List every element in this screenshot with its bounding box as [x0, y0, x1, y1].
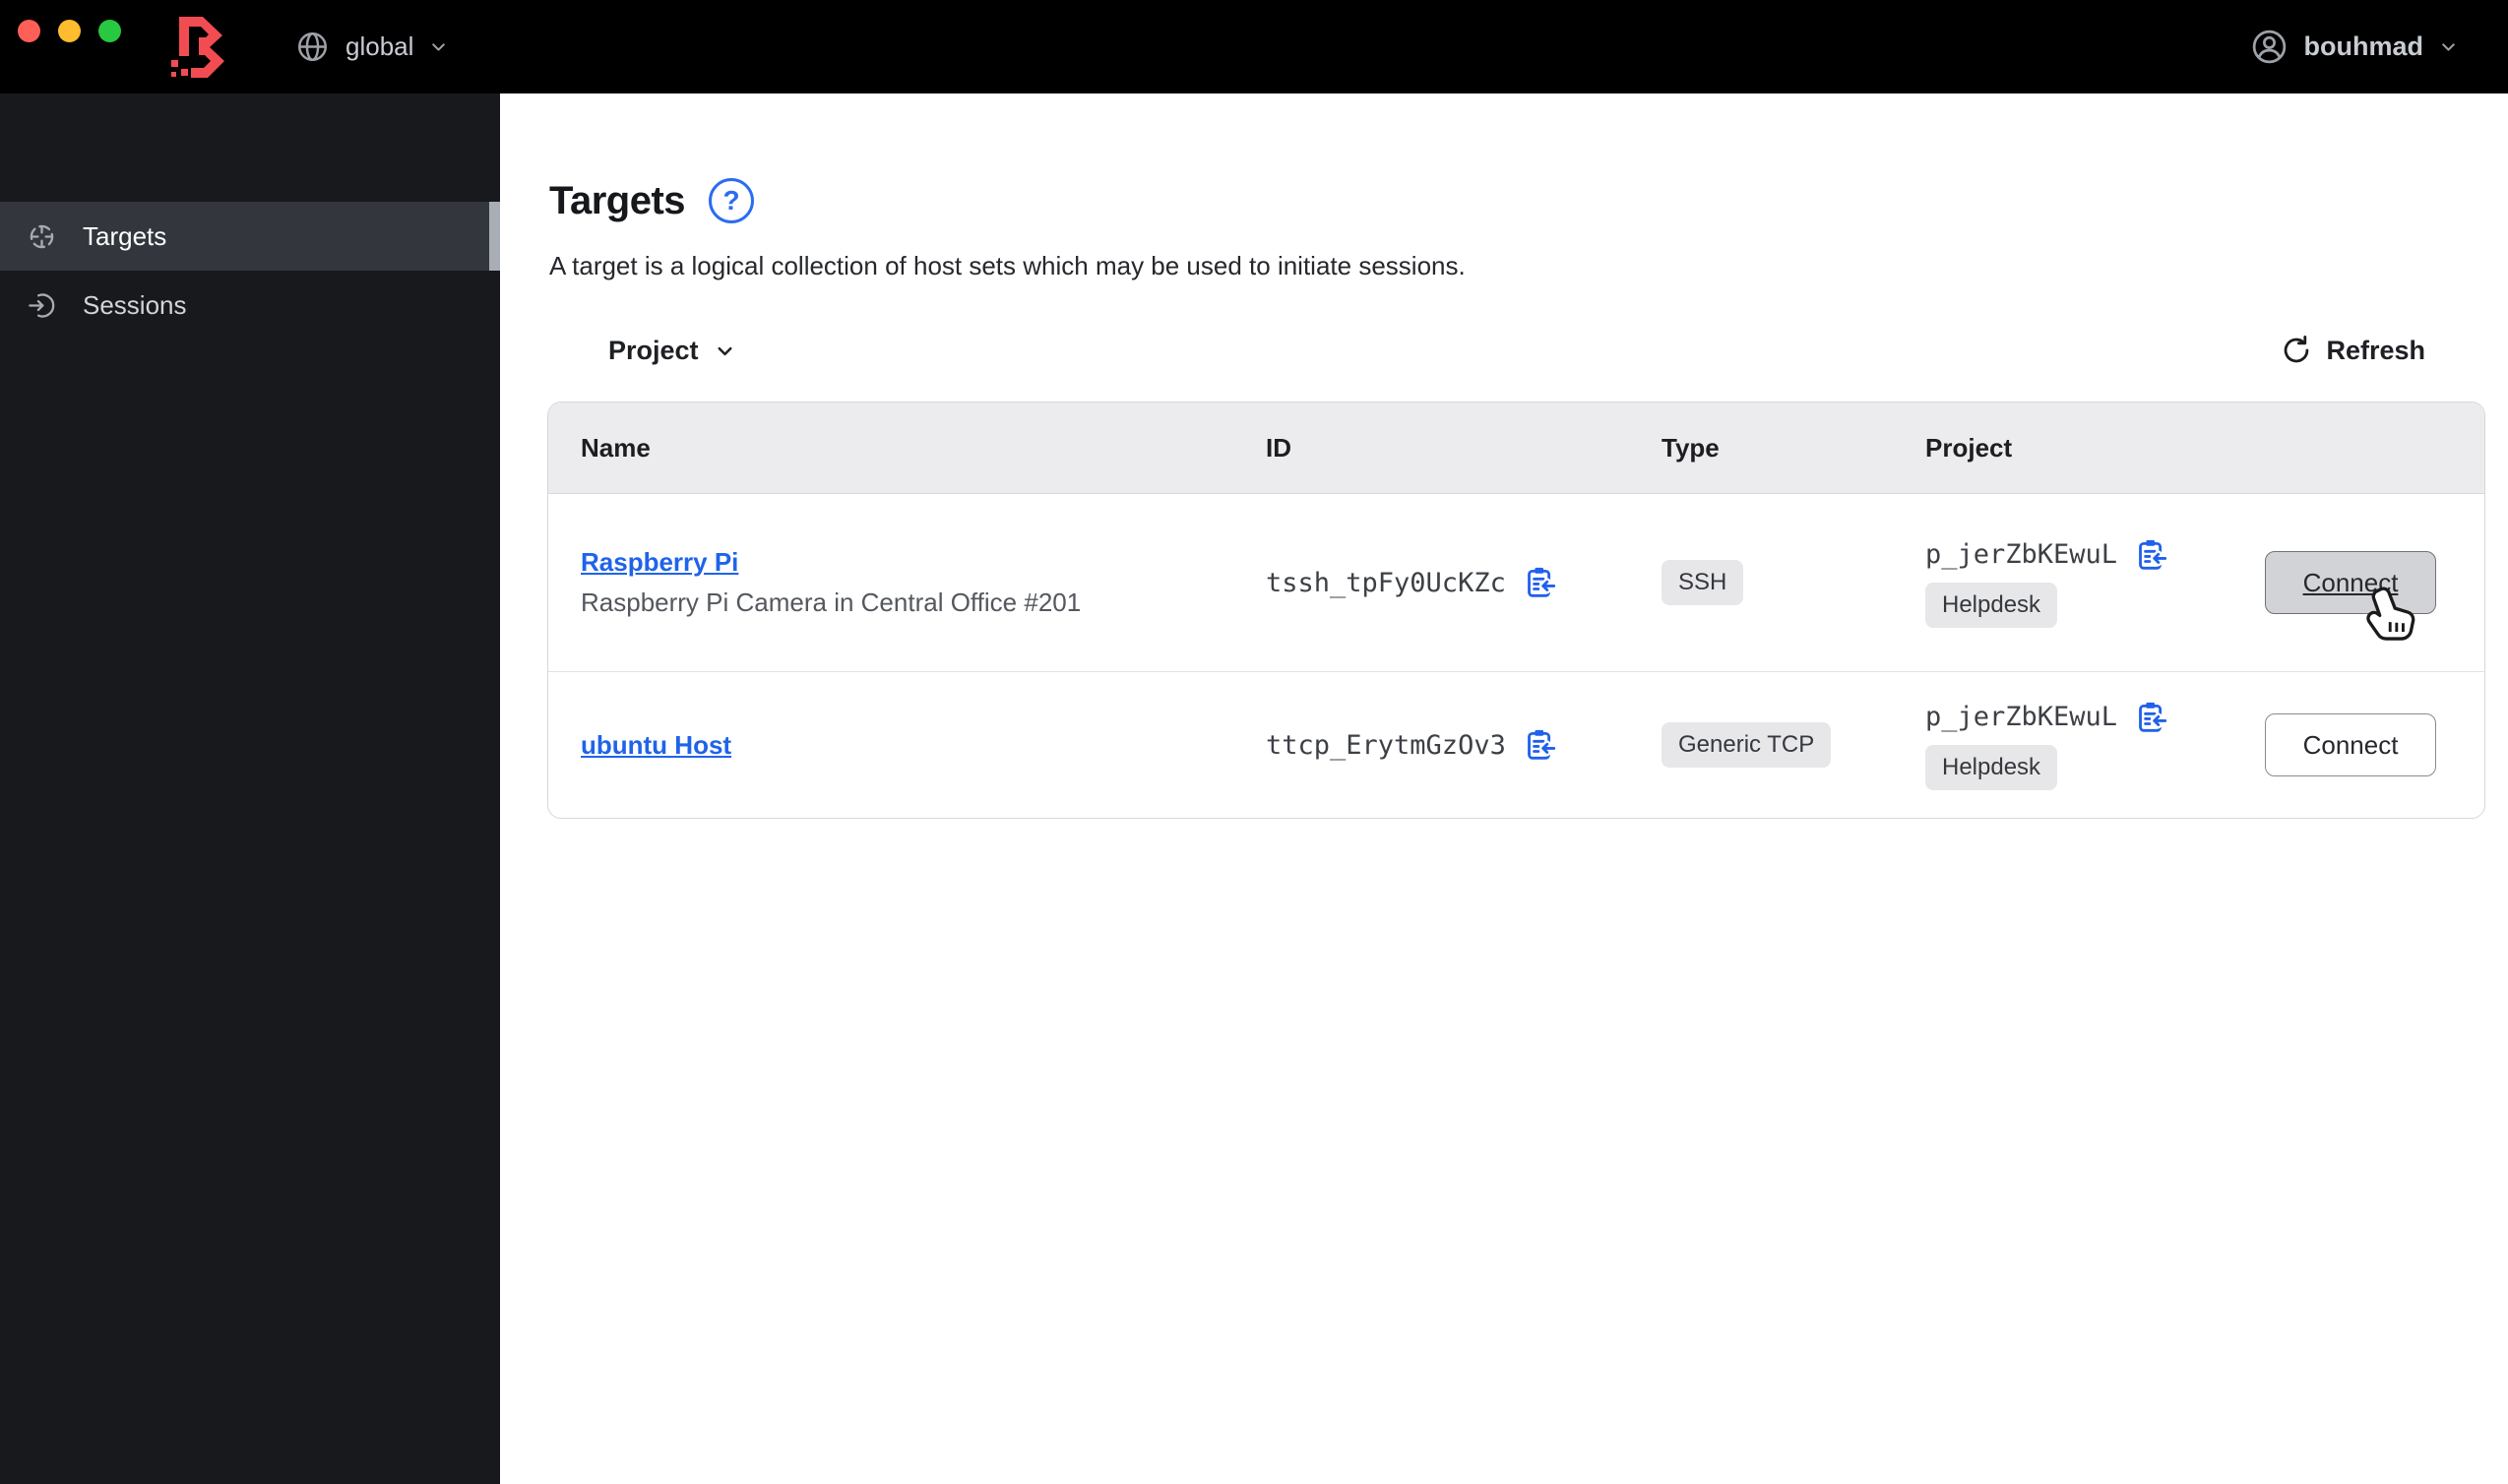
table-header-row: Name ID Type Project — [548, 402, 2484, 494]
chevron-down-icon — [718, 346, 732, 355]
window-close-button[interactable] — [18, 20, 40, 42]
target-name-link[interactable]: Raspberry Pi — [581, 547, 738, 577]
project-cell: p_jerZbKEwuL Helpdesk — [1893, 538, 2248, 628]
page-title: Targets — [549, 178, 686, 222]
sidebar-item-targets[interactable]: Targets — [0, 202, 500, 271]
refresh-icon — [2285, 336, 2309, 363]
clipboard-copy-icon — [2139, 702, 2168, 732]
topbar: global bouhmad — [0, 0, 2508, 93]
question-mark-icon: ? — [722, 185, 740, 216]
session-icon — [29, 292, 55, 318]
sidebar-nav: Targets Sessions — [0, 93, 500, 340]
copy-target-id-button[interactable] — [1523, 566, 1556, 599]
project-filter-label: Project — [608, 335, 699, 365]
window-controls — [18, 20, 121, 42]
user-menu[interactable]: bouhmad — [2249, 27, 2460, 67]
connect-button[interactable]: Connect — [2265, 551, 2436, 614]
scope-label: global — [345, 31, 414, 61]
clipboard-copy-icon — [1527, 729, 1556, 760]
project-name-badge: Helpdesk — [1925, 744, 2058, 790]
main-content: Targets ? A target is a logical collecti… — [500, 93, 2508, 1484]
target-name-cell: Raspberry Pi Raspberry Pi Camera in Cent… — [548, 547, 1233, 618]
page-header: Targets ? — [549, 178, 2508, 223]
target-id: tssh_tpFy0UcKZc — [1266, 567, 1506, 598]
table-row: ubuntu Host ttcp_ErytmGzOv3 Generic TCP … — [548, 671, 2484, 818]
sidebar-item-label: Targets — [83, 220, 167, 251]
target-id-cell: ttcp_ErytmGzOv3 — [1233, 728, 1629, 762]
chevron-down-icon — [432, 43, 446, 51]
actions-cell: Connect — [2248, 713, 2484, 776]
column-header-project: Project — [1925, 432, 2013, 463]
clipboard-copy-icon — [1527, 567, 1556, 597]
target-name-cell: ubuntu Host — [548, 730, 1233, 761]
target-description: Raspberry Pi Camera in Central Office #2… — [581, 587, 1082, 617]
sidebar: Targets Sessions — [0, 93, 500, 1484]
user-label: bouhmad — [2303, 31, 2424, 61]
refresh-label: Refresh — [2326, 335, 2425, 365]
type-badge: Generic TCP — [1662, 722, 1832, 768]
user-circle-icon — [2252, 30, 2286, 64]
sidebar-scrollbar[interactable] — [489, 202, 500, 271]
window-minimize-button[interactable] — [58, 20, 81, 42]
column-header-type: Type — [1662, 432, 1720, 463]
target-type-cell: Generic TCP — [1629, 722, 1893, 768]
help-button[interactable]: ? — [709, 178, 755, 223]
column-header-id: ID — [1266, 432, 1291, 463]
project-id: p_jerZbKEwuL — [1925, 539, 2118, 570]
chevron-down-icon — [2442, 43, 2455, 51]
clipboard-copy-icon — [2139, 539, 2168, 570]
target-icon — [30, 224, 54, 248]
globe-icon — [298, 32, 327, 61]
app-window: global bouhmad Targets Sessions Targets … — [0, 0, 2508, 1484]
connect-button[interactable]: Connect — [2265, 713, 2436, 776]
boundary-logo-icon — [168, 15, 229, 80]
table-row: Raspberry Pi Raspberry Pi Camera in Cent… — [548, 494, 2484, 671]
copy-project-id-button[interactable] — [2134, 701, 2168, 734]
scope-switcher[interactable]: global — [294, 29, 449, 65]
page-description: A target is a logical collection of host… — [549, 251, 1466, 280]
refresh-button[interactable]: Refresh — [2281, 335, 2425, 366]
actions-cell: Connect — [2248, 551, 2484, 614]
window-zoom-button[interactable] — [98, 20, 121, 42]
target-id: ttcp_ErytmGzOv3 — [1266, 729, 1506, 761]
target-id-cell: tssh_tpFy0UcKZc — [1233, 566, 1629, 599]
project-filter-dropdown[interactable]: Project — [608, 336, 736, 366]
copy-target-id-button[interactable] — [1523, 728, 1556, 762]
target-type-cell: SSH — [1629, 560, 1893, 605]
sidebar-item-label: Sessions — [83, 289, 187, 320]
copy-project-id-button[interactable] — [2134, 538, 2168, 572]
type-badge: SSH — [1662, 560, 1744, 605]
project-id: p_jerZbKEwuL — [1925, 702, 2118, 732]
targets-table: Name ID Type Project Raspberry Pi Raspbe… — [547, 402, 2485, 819]
toolbar: Project Refresh — [549, 335, 2508, 366]
column-header-name: Name — [581, 432, 651, 463]
project-name-badge: Helpdesk — [1925, 582, 2058, 628]
target-name-link[interactable]: ubuntu Host — [581, 730, 731, 760]
sidebar-item-sessions[interactable]: Sessions — [0, 271, 500, 340]
project-cell: p_jerZbKEwuL Helpdesk — [1893, 701, 2248, 790]
